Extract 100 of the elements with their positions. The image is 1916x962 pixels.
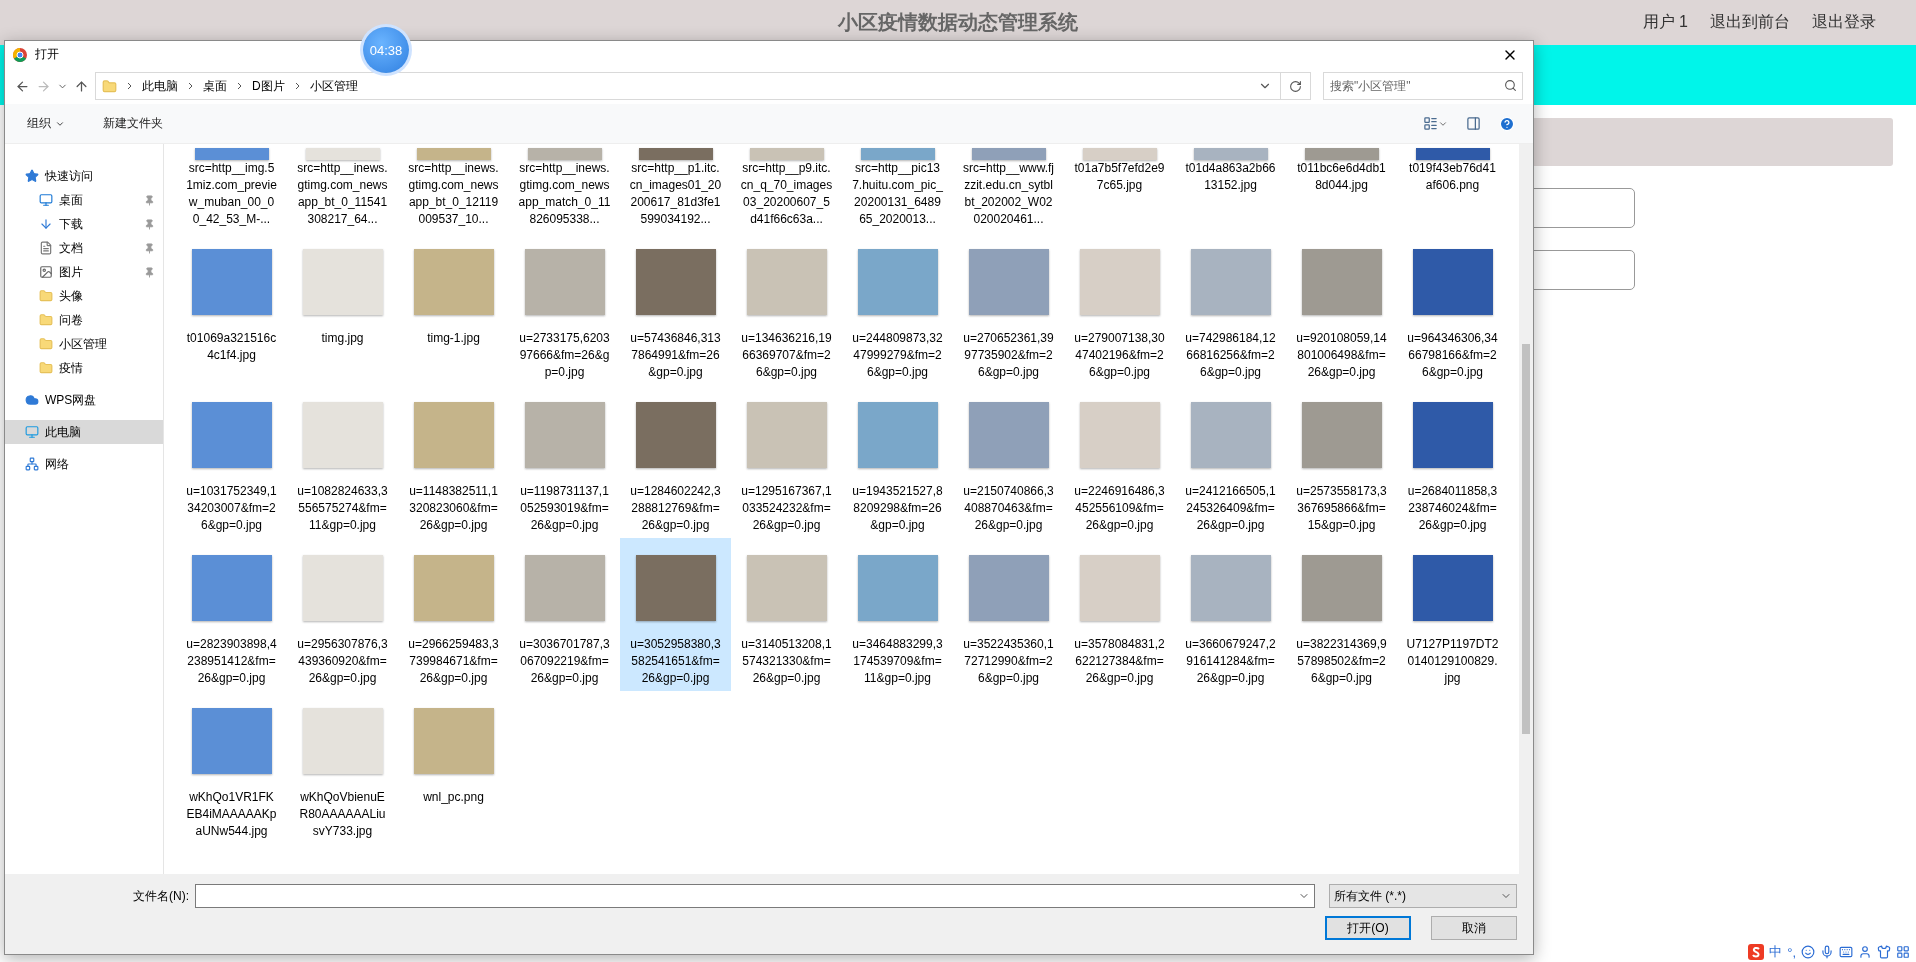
header-link[interactable]: 用户 1 xyxy=(1642,12,1688,33)
nav-item[interactable]: WPS网盘 xyxy=(5,388,163,412)
up-button[interactable] xyxy=(74,78,89,94)
preview-pane-icon xyxy=(1466,116,1481,131)
file-item[interactable]: u=3464883299,3174539709&fm=11&gp=0.jpg xyxy=(842,538,953,691)
scrollbar[interactable] xyxy=(1519,144,1533,874)
file-item[interactable]: u=3660679247,2916141284&fm=26&gp=0.jpg xyxy=(1175,538,1286,691)
file-item[interactable]: u=2246916486,3452556109&fm=26&gp=0.jpg xyxy=(1064,385,1175,538)
header-link[interactable]: 退出登录 xyxy=(1812,12,1876,33)
open-button[interactable]: 打开(O) xyxy=(1325,916,1411,940)
preview-pane-button[interactable] xyxy=(1466,116,1481,131)
file-item[interactable]: u=1082824633,3556575274&fm=11&gp=0.jpg xyxy=(287,385,398,538)
breadcrumb-item[interactable]: 此电脑 xyxy=(142,77,178,95)
file-item[interactable]: src=http__p9.itc.cn_q_70_images03_20200607_5d41f66c63a... xyxy=(731,144,842,232)
address-bar[interactable]: 此电脑 桌面 D图片 小区管理 xyxy=(95,72,1311,100)
breadcrumb-item[interactable]: 小区管理 xyxy=(309,77,358,95)
nav-item[interactable]: 头像 xyxy=(5,284,163,308)
file-type-dropdown[interactable]: 所有文件 (*.*) xyxy=(1329,884,1517,908)
header-link[interactable]: 退出到前台 xyxy=(1710,12,1790,33)
back-button[interactable] xyxy=(15,78,30,94)
file-item[interactable]: u=2573558173,3367695866&fm=15&gp=0.jpg xyxy=(1286,385,1397,538)
file-item[interactable]: u=1148382511,1320823060&fm=26&gp=0.jpg xyxy=(398,385,509,538)
file-item[interactable]: timg-1.jpg xyxy=(398,232,509,385)
file-item[interactable]: u=2733175,620397666&fm=26&gp=0.jpg xyxy=(509,232,620,385)
nav-item[interactable]: 小区管理 xyxy=(5,332,163,356)
emoji-icon[interactable] xyxy=(1801,945,1815,959)
file-name: src=http__inews.gtimg.com_newsapp_match_0_11826095338... xyxy=(518,160,611,228)
keyboard-icon[interactable] xyxy=(1839,945,1853,959)
file-item[interactable]: u=2150740866,3408870463&fm=26&gp=0.jpg xyxy=(953,385,1064,538)
nav-item[interactable]: 网络 xyxy=(5,452,163,476)
file-item[interactable]: src=http__inews.gtimg.com_newsapp_bt_0_11541308217_64... xyxy=(287,144,398,232)
user-icon[interactable] xyxy=(1858,945,1872,959)
file-item[interactable]: u=2684011858,3238746024&fm=26&gp=0.jpg xyxy=(1397,385,1508,538)
file-name: src=http__pic137.huitu.com_pic_20200131_648965_2020013... xyxy=(851,160,944,228)
nav-item[interactable]: 疫情 xyxy=(5,356,163,380)
file-item[interactable]: u=2412166505,1245326409&fm=26&gp=0.jpg xyxy=(1175,385,1286,538)
file-item[interactable]: src=http__www.fjzzit.edu.cn_sytblbt_202002_W02020020461... xyxy=(953,144,1064,232)
search-field[interactable]: 搜索"小区管理" xyxy=(1323,72,1523,100)
filename-field[interactable] xyxy=(195,884,1315,908)
file-item[interactable]: u=134636216,1966369707&fm=26&gp=0.jpg xyxy=(731,232,842,385)
scrollbar-thumb[interactable] xyxy=(1522,344,1530,734)
help-button[interactable] xyxy=(1499,115,1515,132)
file-name: U7127P1197DT20140129100829.jpg xyxy=(1406,636,1499,687)
file-item[interactable]: u=3052958380,3582541651&fm=26&gp=0.jpg xyxy=(620,538,731,691)
file-item[interactable]: wnl_pc.png xyxy=(398,691,509,844)
file-item[interactable]: src=http__inews.gtimg.com_newsapp_bt_0_12119009537_10... xyxy=(398,144,509,232)
file-item[interactable]: u=3140513208,1574321330&fm=26&gp=0.jpg xyxy=(731,538,842,691)
file-item[interactable]: u=3578084831,2622127384&fm=26&gp=0.jpg xyxy=(1064,538,1175,691)
nav-item[interactable]: 下载 xyxy=(5,212,163,236)
file-item[interactable]: u=3822314369,957898502&fm=26&gp=0.jpg xyxy=(1286,538,1397,691)
toolbar-button[interactable]: 新建文件夹 xyxy=(99,113,167,134)
file-item[interactable]: u=1295167367,1033524232&fm=26&gp=0.jpg xyxy=(731,385,842,538)
file-item[interactable]: t011bc6e6d4db18d044.jpg xyxy=(1286,144,1397,232)
file-item[interactable]: u=3036701787,3067092219&fm=26&gp=0.jpg xyxy=(509,538,620,691)
file-item[interactable]: t01069a321516c4c1f4.jpg xyxy=(176,232,287,385)
file-item[interactable]: wKhQoVbienuER80AAAAAALiusvY733.jpg xyxy=(287,691,398,844)
nav-item[interactable]: 问卷 xyxy=(5,308,163,332)
file-item[interactable]: u=1198731137,1052593019&fm=26&gp=0.jpg xyxy=(509,385,620,538)
file-item[interactable]: u=1031752349,134203007&fm=26&gp=0.jpg xyxy=(176,385,287,538)
file-item[interactable]: u=742986184,1266816256&fm=26&gp=0.jpg xyxy=(1175,232,1286,385)
nav-item[interactable]: 快速访问 xyxy=(5,164,163,188)
file-item[interactable]: U7127P1197DT20140129100829.jpg xyxy=(1397,538,1508,691)
file-item[interactable]: src=http__img.51miz.com_preview_muban_00_00_42_53_M-... xyxy=(176,144,287,232)
ime-mode[interactable]: 中 xyxy=(1769,943,1783,961)
file-item[interactable]: u=2823903898,4238951412&fm=26&gp=0.jpg xyxy=(176,538,287,691)
cancel-button[interactable]: 取消 xyxy=(1431,916,1517,940)
file-item[interactable]: src=http__inews.gtimg.com_newsapp_match_0_11826095338... xyxy=(509,144,620,232)
view-icon xyxy=(1423,116,1438,131)
file-item[interactable]: timg.jpg xyxy=(287,232,398,385)
file-item[interactable]: u=279007138,3047402196&fm=26&gp=0.jpg xyxy=(1064,232,1175,385)
file-item[interactable]: u=1943521527,88209298&fm=26&gp=0.jpg xyxy=(842,385,953,538)
nav-item[interactable]: 文档 xyxy=(5,236,163,260)
file-item[interactable]: src=http__p1.itc.cn_images01_20200617_81d3fe1599034192... xyxy=(620,144,731,232)
file-item[interactable]: u=964346306,3466798166&fm=26&gp=0.jpg xyxy=(1397,232,1508,385)
file-item[interactable]: u=2966259483,3739984671&fm=26&gp=0.jpg xyxy=(398,538,509,691)
nav-item[interactable]: 桌面 xyxy=(5,188,163,212)
microphone-icon[interactable] xyxy=(1820,945,1834,959)
shirt-icon[interactable] xyxy=(1877,945,1891,959)
toolbar-button[interactable]: 组织 xyxy=(23,113,69,134)
file-item[interactable]: u=1284602242,3288812769&fm=26&gp=0.jpg xyxy=(620,385,731,538)
punctuation-mode[interactable]: °, xyxy=(1787,944,1796,960)
file-item[interactable]: u=920108059,14801006498&fm=26&gp=0.jpg xyxy=(1286,232,1397,385)
file-item[interactable]: u=3522435360,172712990&fm=26&gp=0.jpg xyxy=(953,538,1064,691)
file-item[interactable]: wKhQo1VR1FKEB4iMAAAAAKpaUNw544.jpg xyxy=(176,691,287,844)
breadcrumb-item[interactable]: D图片 xyxy=(252,77,285,95)
file-item[interactable]: t01d4a863a2b6613152.jpg xyxy=(1175,144,1286,232)
nav-item[interactable]: 图片 xyxy=(5,260,163,284)
grid-icon[interactable] xyxy=(1896,945,1910,959)
file-item[interactable]: u=2956307876,3439360920&fm=26&gp=0.jpg xyxy=(287,538,398,691)
nav-item[interactable]: 此电脑 xyxy=(5,420,163,444)
breadcrumb-item[interactable]: 桌面 xyxy=(203,77,227,95)
file-name: u=2966259483,3739984671&fm=26&gp=0.jpg xyxy=(407,636,500,687)
file-item[interactable]: t01a7b5f7efd2e97c65.jpg xyxy=(1064,144,1175,232)
file-item[interactable]: src=http__pic137.huitu.com_pic_20200131_648965_2020013... xyxy=(842,144,953,232)
file-item[interactable]: u=57436846,3137864991&fm=26&gp=0.jpg xyxy=(620,232,731,385)
file-item[interactable]: t019f43eb76d41af606.png xyxy=(1397,144,1508,232)
folder-icon xyxy=(39,289,53,303)
file-item[interactable]: u=244809873,3247999279&fm=26&gp=0.jpg xyxy=(842,232,953,385)
file-item[interactable]: u=270652361,3997735902&fm=26&gp=0.jpg xyxy=(953,232,1064,385)
view-options-button[interactable] xyxy=(1423,116,1448,131)
